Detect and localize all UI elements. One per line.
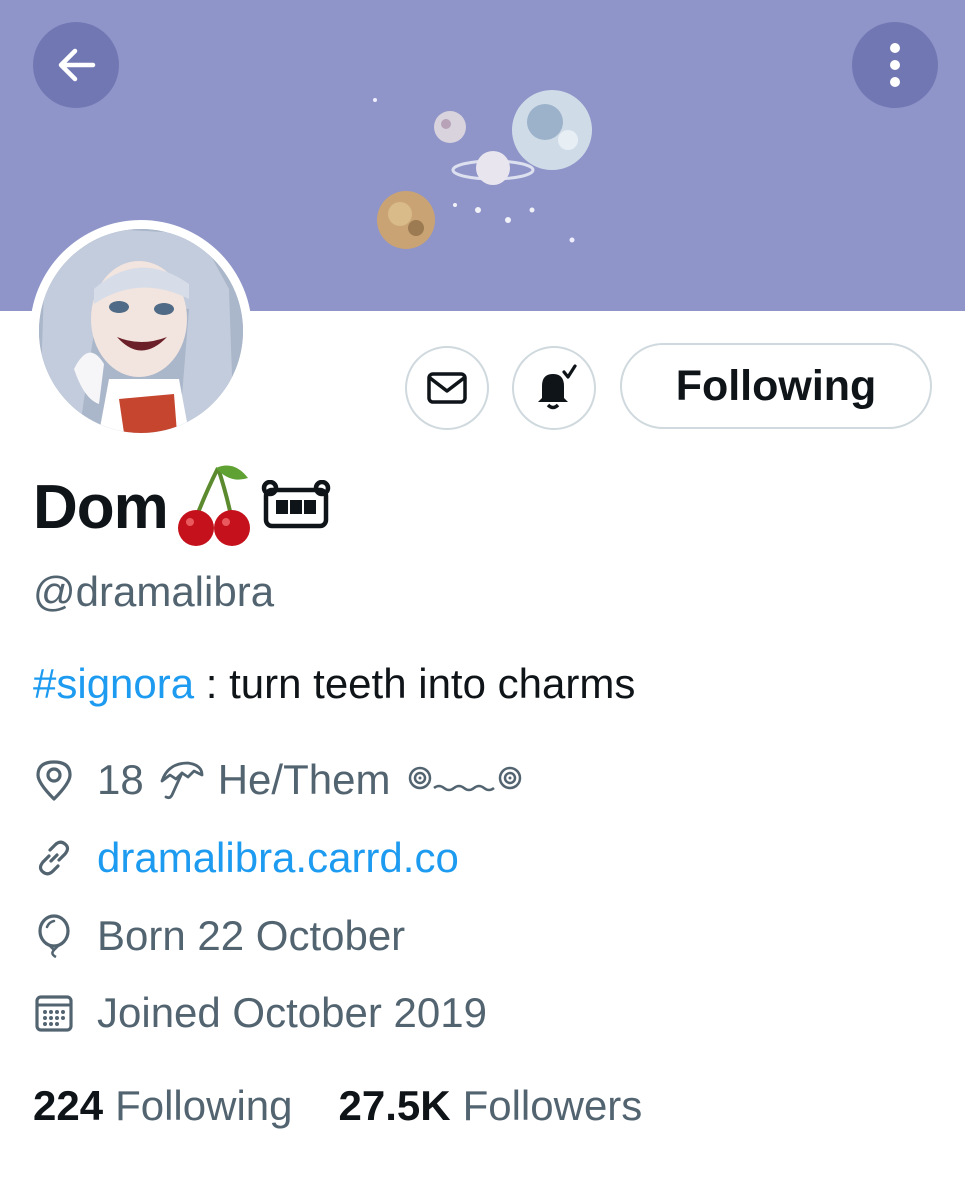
joined-text: Joined October 2019 bbox=[97, 989, 487, 1036]
profile-bio: #signora : turn teeth into charms bbox=[33, 660, 635, 708]
website-row: dramalibra.carrd.co bbox=[33, 830, 459, 886]
birthday-text: Born 22 October bbox=[97, 912, 406, 959]
followers-count: 27.5K bbox=[338, 1082, 451, 1129]
arrow-left-icon bbox=[58, 48, 96, 82]
back-button[interactable] bbox=[33, 22, 119, 108]
location-pin-icon bbox=[33, 759, 75, 801]
display-name-row: Dom bbox=[33, 462, 332, 552]
avatar-image bbox=[39, 229, 243, 433]
follow-stats: 224 Following 27.5K Followers bbox=[33, 1082, 688, 1130]
envelope-icon bbox=[427, 372, 467, 404]
profile-avatar[interactable] bbox=[30, 220, 252, 442]
cherries-icon bbox=[176, 462, 252, 553]
calendar-icon bbox=[33, 992, 75, 1034]
location-row: 18 He/Them bbox=[33, 752, 526, 808]
birthday-row: Born 22 October bbox=[33, 908, 405, 964]
robot-face-icon bbox=[260, 479, 332, 535]
link-icon bbox=[33, 837, 75, 879]
location-age-text: 18 bbox=[97, 756, 144, 803]
following-count: 224 bbox=[33, 1082, 104, 1129]
following-button[interactable]: Following bbox=[620, 343, 932, 429]
website-link[interactable]: dramalibra.carrd.co bbox=[97, 834, 459, 882]
spiral-decor-icon bbox=[406, 760, 526, 800]
joined-row: Joined October 2019 bbox=[33, 985, 487, 1041]
umbrella-icon bbox=[158, 759, 204, 801]
message-button[interactable] bbox=[405, 346, 489, 430]
bio-text: : turn teeth into charms bbox=[194, 660, 636, 707]
notifications-button[interactable] bbox=[512, 346, 596, 430]
followers-stat[interactable]: 27.5K Followers bbox=[339, 1082, 689, 1130]
bell-check-icon bbox=[538, 364, 577, 410]
followers-label: Followers bbox=[462, 1082, 643, 1129]
display-name: Dom bbox=[33, 472, 169, 542]
balloon-icon bbox=[33, 914, 75, 958]
more-vertical-icon bbox=[890, 43, 900, 87]
more-options-button[interactable] bbox=[852, 22, 938, 108]
pronouns-text: He/Them bbox=[217, 756, 391, 803]
following-label: Following bbox=[115, 1082, 293, 1129]
username-handle: @dramalibra bbox=[33, 568, 275, 615]
following-stat[interactable]: 224 Following bbox=[33, 1082, 339, 1130]
bio-hashtag-link[interactable]: #signora bbox=[33, 660, 194, 707]
